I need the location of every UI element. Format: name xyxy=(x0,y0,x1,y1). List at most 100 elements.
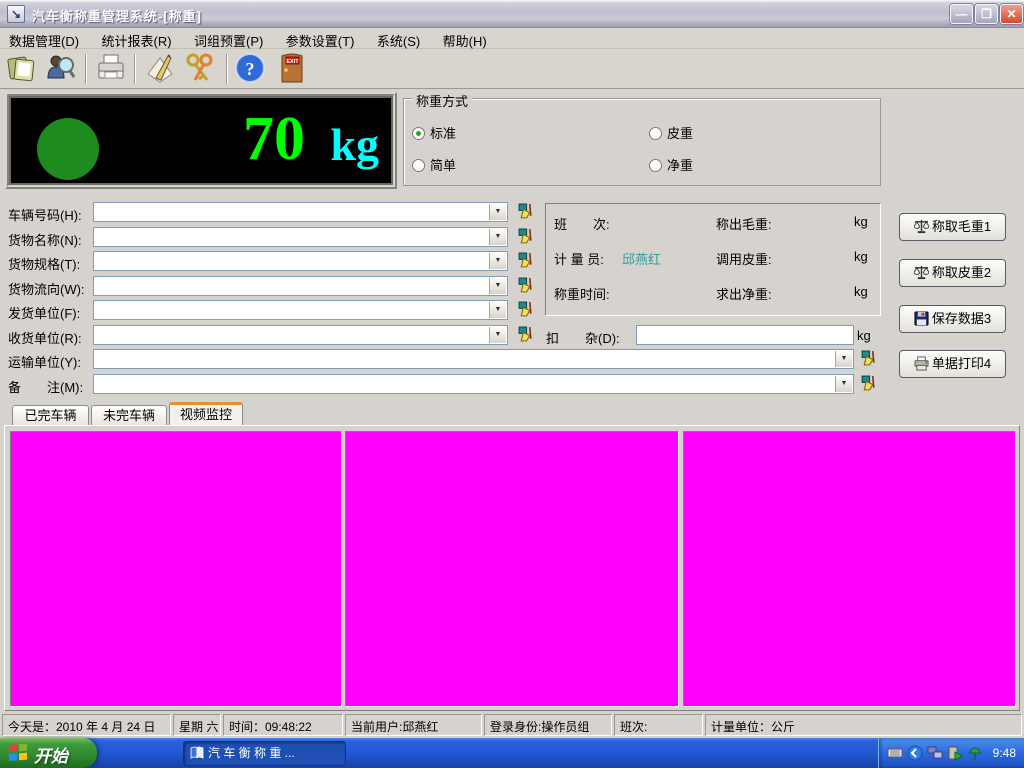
chevron-down-icon[interactable]: ▼ xyxy=(489,327,506,343)
menu-data[interactable]: 数据管理(D) xyxy=(0,28,88,49)
weigh-gross-label: 称取毛重1 xyxy=(932,219,991,234)
status-current-user: 当前用户:邱燕红 xyxy=(345,714,482,736)
vehicle-number-label: 车辆号码(H): xyxy=(8,205,82,224)
video-feed-3 xyxy=(683,431,1016,707)
save-data-label: 保存数据3 xyxy=(932,311,991,326)
weigh-info-panel: 班 次: 称出毛重: kg 计 量 员: 邱燕红 调用皮重: kg 称重时间: … xyxy=(545,203,881,316)
weight-display: 70 kg xyxy=(5,92,397,189)
receiver-unit-edit-icon[interactable] xyxy=(517,326,534,343)
taskbar: 开始 汽 车 衡 称 重 ... 9:48 xyxy=(0,738,1024,768)
menu-help[interactable]: 帮助(H) xyxy=(434,28,496,49)
radio-standard-icon xyxy=(412,127,425,140)
antivirus-umbrella-icon[interactable] xyxy=(967,745,983,761)
toolbar-separator xyxy=(134,54,136,84)
receiver-unit-label: 收货单位(R): xyxy=(8,328,82,347)
weigh-tare-button[interactable]: 称取皮重2 xyxy=(899,259,1006,287)
goods-spec-label: 货物规格(T): xyxy=(8,254,80,273)
deduction-label: 扣 杂(D): xyxy=(546,328,620,347)
weigh-gross-button[interactable]: 称取毛重1 xyxy=(899,213,1006,241)
radio-standard[interactable]: 标准 xyxy=(412,123,456,139)
transport-unit-edit-icon[interactable] xyxy=(860,350,877,367)
weight-value: 70 xyxy=(243,104,305,175)
vehicle-number-edit-icon[interactable] xyxy=(517,203,534,220)
title-bar: ↘ 汽车衡称重管理系统-[称重] — ❐ ✕ xyxy=(0,0,1024,28)
menu-system[interactable]: 系统(S) xyxy=(368,28,429,49)
goods-name-edit-icon[interactable] xyxy=(517,228,534,245)
tare-label: 调用皮重: xyxy=(716,249,772,268)
net-label: 求出净重: xyxy=(716,284,772,303)
chevron-down-icon[interactable]: ▼ xyxy=(489,302,506,318)
operator-label: 计 量 员: xyxy=(554,249,604,268)
receiver-unit-combobox[interactable]: ▼ xyxy=(93,325,508,345)
radio-simple[interactable]: 简单 xyxy=(412,155,456,171)
system-keys-icon[interactable] xyxy=(181,52,217,86)
remark-edit-icon[interactable] xyxy=(860,375,877,392)
goods-direction-edit-icon[interactable] xyxy=(517,277,534,294)
start-label: 开始 xyxy=(34,742,68,767)
query-icon[interactable] xyxy=(42,52,78,86)
start-button[interactable]: 开始 xyxy=(0,738,97,768)
network-icon[interactable] xyxy=(927,745,943,761)
help-icon[interactable]: ? xyxy=(232,52,268,86)
language-bar-icon[interactable] xyxy=(907,745,923,761)
menu-phrases[interactable]: 词组预置(P) xyxy=(185,28,272,49)
weigh-tare-label: 称取皮重2 xyxy=(932,265,991,280)
print-receipt-label: 单据打印4 xyxy=(932,356,991,371)
tab-finished-vehicles[interactable]: 已完车辆 xyxy=(12,405,89,425)
radio-tare-mode[interactable]: 皮重 xyxy=(649,123,693,139)
vehicle-number-combobox[interactable]: ▼ xyxy=(93,202,508,222)
app-icon: ↘ xyxy=(7,5,25,23)
chevron-down-icon[interactable]: ▼ xyxy=(489,278,506,294)
menu-bar: 数据管理(D) 统计报表(R) 词组预置(P) 参数设置(T) 系统(S) 帮助… xyxy=(0,28,1024,49)
goods-name-combobox[interactable]: ▼ xyxy=(93,227,508,247)
minimize-button[interactable]: — xyxy=(950,4,973,24)
keyboard-icon[interactable] xyxy=(887,745,903,761)
tab-video-monitor[interactable]: 视频监控 xyxy=(169,402,243,425)
close-button[interactable]: ✕ xyxy=(1000,4,1023,24)
taskbar-app-button[interactable]: 汽 车 衡 称 重 ... xyxy=(183,741,346,766)
status-bar: 今天是：2010 年 4 月 24 日 星期 六 时间：09:48:22 当前用… xyxy=(0,712,1024,738)
goods-spec-edit-icon[interactable] xyxy=(517,252,534,269)
sender-unit-combobox[interactable]: ▼ xyxy=(93,300,508,320)
operator-value: 邱燕红 xyxy=(622,249,661,268)
goods-direction-label: 货物流向(W): xyxy=(8,279,85,298)
sender-unit-label: 发货单位(F): xyxy=(8,303,80,322)
tare-unit: kg xyxy=(854,249,868,264)
chevron-down-icon[interactable]: ▼ xyxy=(489,204,506,220)
net-unit: kg xyxy=(854,284,868,299)
system-tray: 9:48 xyxy=(878,738,1024,768)
print-icon[interactable] xyxy=(93,52,129,86)
exit-icon[interactable]: EXIT xyxy=(274,52,310,86)
tray-clock: 9:48 xyxy=(993,746,1016,760)
goods-direction-combobox[interactable]: ▼ xyxy=(93,276,508,296)
scale-status-lamp xyxy=(37,118,99,180)
radio-net-icon xyxy=(649,159,662,172)
status-date: 今天是：2010 年 4 月 24 日 xyxy=(2,714,171,736)
taskbar-app-label: 汽 车 衡 称 重 ... xyxy=(208,746,295,760)
browse-records-icon[interactable] xyxy=(4,52,40,86)
service-running-icon[interactable] xyxy=(947,745,963,761)
edit-icon[interactable] xyxy=(142,52,178,86)
menu-parameters[interactable]: 参数设置(T) xyxy=(277,28,364,49)
chevron-down-icon[interactable]: ▼ xyxy=(489,253,506,269)
svg-text:EXIT: EXIT xyxy=(286,59,299,65)
deduction-input[interactable] xyxy=(636,325,854,345)
weight-unit: kg xyxy=(330,118,379,171)
save-data-button[interactable]: 保存数据3 xyxy=(899,305,1006,333)
chevron-down-icon[interactable]: ▼ xyxy=(489,229,506,245)
transport-unit-combobox[interactable]: ▼ xyxy=(93,349,854,369)
print-receipt-button[interactable]: 单据打印4 xyxy=(899,350,1006,378)
toolbar-separator xyxy=(226,54,228,84)
tab-unfinished-vehicles[interactable]: 未完车辆 xyxy=(91,405,167,425)
radio-net[interactable]: 净重 xyxy=(649,155,693,171)
remark-combobox[interactable]: ▼ xyxy=(93,374,854,394)
video-feed-2 xyxy=(345,431,679,707)
sender-unit-edit-icon[interactable] xyxy=(517,301,534,318)
status-shift: 班次: xyxy=(614,714,703,736)
video-monitor-panel xyxy=(4,425,1020,711)
goods-spec-combobox[interactable]: ▼ xyxy=(93,251,508,271)
chevron-down-icon[interactable]: ▼ xyxy=(835,351,852,367)
chevron-down-icon[interactable]: ▼ xyxy=(835,376,852,392)
menu-reports[interactable]: 统计报表(R) xyxy=(93,28,181,49)
maximize-button[interactable]: ❐ xyxy=(975,4,998,24)
